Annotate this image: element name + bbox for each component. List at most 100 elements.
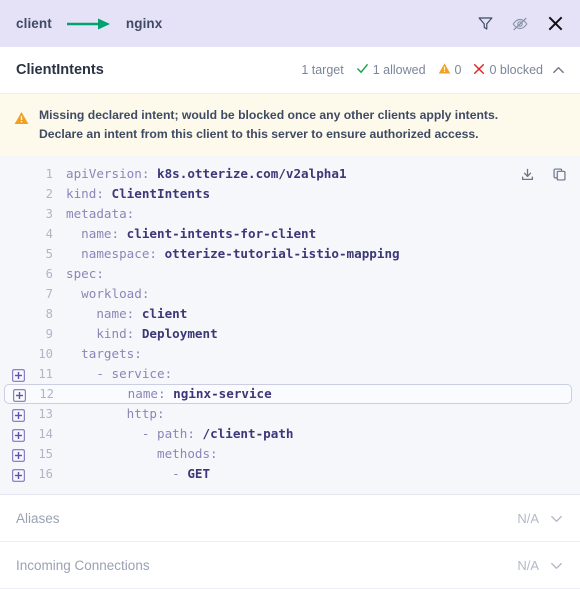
filter-icon[interactable] — [474, 13, 496, 35]
code-token: path: — [157, 426, 203, 441]
stat-allowed-label: 1 allowed — [372, 63, 426, 77]
code-line-number: 13 — [38, 407, 53, 421]
check-icon — [356, 62, 369, 78]
expand-plus-icon[interactable] — [12, 468, 25, 482]
code-line-number: 4 — [45, 227, 53, 241]
code-line-text: methods: — [66, 444, 218, 464]
code-line[interactable]: 2 kind: ClientIntents — [0, 184, 580, 204]
code-token: metadata: — [66, 206, 135, 221]
code-line[interactable]: 9 kind: Deployment — [0, 324, 580, 344]
expand-plus-icon[interactable] — [12, 448, 25, 462]
code-line-number: 16 — [38, 467, 53, 481]
code-token: k8s.otterize.com/v2alpha1 — [157, 166, 347, 181]
code-line[interactable]: 14 - path: /client-path — [0, 424, 580, 444]
target-service-label: nginx — [125, 16, 163, 31]
section-title: ClientIntents — [16, 62, 104, 78]
code-token: client — [141, 306, 188, 321]
yaml-code-block: 1 apiVersion: k8s.otterize.com/v2alpha1 2 k… — [0, 156, 580, 495]
code-token: apiVersion: — [66, 166, 157, 181]
code-token: methods: — [66, 446, 218, 461]
code-token: namespace: — [66, 246, 165, 261]
warning-line-1: Missing declared intent; would be blocke… — [39, 108, 499, 122]
code-line-text: - GET — [66, 464, 210, 484]
code-actions — [516, 163, 570, 185]
code-line-text: kind: ClientIntents — [66, 184, 210, 204]
code-line[interactable]: 4 name: client-intents-for-client — [0, 224, 580, 244]
stat-targets: 1 target — [301, 63, 343, 77]
row-aliases[interactable]: Aliases N/A — [0, 495, 580, 542]
code-line-number: 8 — [45, 307, 53, 321]
code-line[interactable]: 3 metadata: — [0, 204, 580, 224]
stat-blocked: 0 blocked — [473, 63, 543, 78]
code-token: /client-path — [202, 426, 294, 441]
code-line-text: - service: — [66, 364, 172, 384]
code-token: - — [66, 366, 112, 381]
code-line-number: 9 — [45, 327, 53, 341]
connection-header: client nginx — [0, 0, 580, 47]
download-icon[interactable] — [516, 163, 538, 185]
code-line[interactable]: 5 namespace: otterize-tutorial-istio-map… — [0, 244, 580, 264]
code-token: - — [66, 426, 157, 441]
chevron-up-icon[interactable] — [551, 63, 566, 78]
code-line-text: kind: Deployment — [66, 324, 217, 344]
expand-plus-icon[interactable] — [13, 388, 26, 402]
code-token: ClientIntents — [111, 186, 211, 201]
expand-plus-icon[interactable] — [12, 428, 25, 442]
chevron-down-icon[interactable] — [549, 511, 564, 526]
direction-arrow-icon — [66, 17, 112, 31]
code-line-number: 2 — [45, 187, 53, 201]
code-token: workload: — [66, 286, 150, 301]
code-line-number: 11 — [38, 367, 53, 381]
topbar-actions — [474, 13, 566, 35]
code-token: kind: — [66, 326, 142, 341]
section-stats: 1 target 1 allowed 0 0 blocked — [301, 62, 543, 78]
detail-rows: Aliases N/A Incoming Connections N/A — [0, 495, 580, 589]
expand-plus-icon[interactable] — [12, 408, 25, 422]
code-line[interactable]: 7 workload: — [0, 284, 580, 304]
code-token: otterize-tutorial-istio-mapping — [164, 246, 400, 261]
warning-icon — [438, 62, 451, 78]
stat-targets-label: 1 target — [301, 63, 344, 77]
stat-warnings-label: 0 — [454, 63, 462, 77]
code-line[interactable]: 15 methods: — [0, 444, 580, 464]
code-token: spec: — [66, 266, 104, 281]
row-label: Aliases — [16, 510, 60, 526]
code-line[interactable]: 11 - service: — [0, 364, 580, 384]
row-label: Incoming Connections — [16, 557, 150, 573]
expand-plus-icon[interactable] — [12, 368, 25, 382]
code-line[interactable]: 10 targets: — [0, 344, 580, 364]
close-icon[interactable] — [544, 13, 566, 35]
warning-text: Missing declared intent; would be blocke… — [39, 106, 498, 144]
code-line-text: spec: — [66, 264, 104, 284]
code-line[interactable]: 13 http: — [0, 404, 580, 424]
code-line[interactable]: 6 spec: — [0, 264, 580, 284]
code-token: http: — [66, 406, 165, 421]
warning-line-2: Declare an intent from this client to th… — [39, 127, 479, 141]
code-line-list[interactable]: 1 apiVersion: k8s.otterize.com/v2alpha1 2 k… — [0, 164, 580, 484]
code-line-text: workload: — [66, 284, 149, 304]
code-token: name: — [67, 386, 174, 401]
row-incoming-connections[interactable]: Incoming Connections N/A — [0, 542, 580, 589]
code-token: GET — [187, 466, 211, 481]
chevron-down-icon[interactable] — [549, 558, 564, 573]
code-line[interactable]: 12 name: nginx-service — [4, 384, 572, 404]
missing-intent-warning-banner: Missing declared intent; would be blocke… — [0, 94, 580, 156]
code-line-text: name: client-intents-for-client — [66, 224, 316, 244]
code-token: - — [66, 466, 188, 481]
x-icon — [473, 63, 485, 78]
warning-triangle-icon — [14, 111, 29, 130]
copy-icon[interactable] — [548, 163, 570, 185]
stat-allowed: 1 allowed — [356, 62, 426, 78]
code-line[interactable]: 16 - GET — [0, 464, 580, 484]
code-line-text: targets: — [66, 344, 142, 364]
code-line-text: metadata: — [66, 204, 134, 224]
eye-off-icon[interactable] — [509, 13, 531, 35]
stat-blocked-label: 0 blocked — [489, 63, 543, 77]
code-line[interactable]: 8 name: client — [0, 304, 580, 324]
code-line[interactable]: 1 apiVersion: k8s.otterize.com/v2alpha1 — [0, 164, 580, 184]
clientintents-section-header[interactable]: ClientIntents 1 target 1 allowed 0 0 blo… — [0, 47, 580, 94]
code-line-text: apiVersion: k8s.otterize.com/v2alpha1 — [66, 164, 347, 184]
code-line-text: name: nginx-service — [67, 384, 272, 404]
stat-warnings: 0 — [438, 62, 462, 78]
code-token: name: — [66, 306, 142, 321]
